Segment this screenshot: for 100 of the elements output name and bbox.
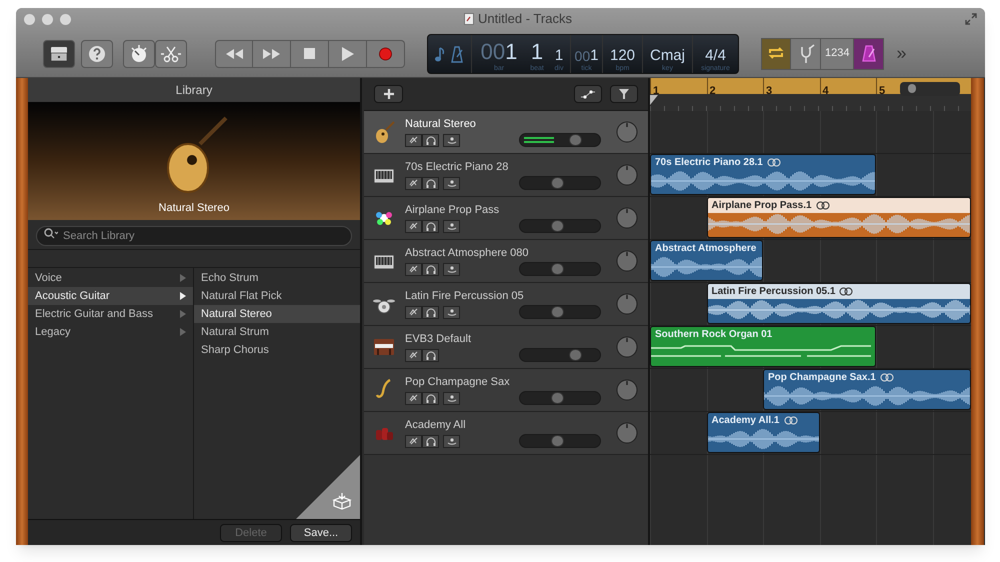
help-button[interactable] [81,40,113,68]
library-action-button[interactable]: Save... [290,524,352,542]
solo-button[interactable] [422,262,439,276]
volume-slider[interactable] [519,133,601,147]
metronome-button[interactable] [854,38,884,70]
volume-slider[interactable] [519,391,601,405]
track-header[interactable]: 70s Electric Piano 28 [364,154,648,197]
record-enable-button[interactable] [443,176,460,190]
region[interactable]: Academy All.1 [706,412,820,453]
library-button[interactable] [43,40,75,68]
solo-button[interactable] [422,348,439,362]
mute-button[interactable] [405,262,422,276]
preset-item[interactable]: Natural Flat Pick [194,287,360,305]
volume-thumb[interactable] [569,349,582,361]
track-header[interactable]: Natural Stereo [364,111,648,154]
region[interactable]: Airplane Prop Pass.1 [706,197,971,238]
input-wave-icon [446,178,456,188]
record-enable-button[interactable] [443,134,460,146]
category-item[interactable]: Legacy [28,323,193,341]
forward-button[interactable] [253,40,291,68]
pan-knob[interactable] [616,336,638,358]
search-field[interactable]: Search Library [36,226,352,246]
volume-slider[interactable] [519,305,601,319]
mute-button[interactable] [405,348,422,362]
lcd-value: 1 [554,48,564,62]
fullscreen-icon[interactable] [965,13,977,25]
pan-knob[interactable] [616,164,638,186]
volume-thumb[interactable] [551,177,564,189]
pan-knob[interactable] [616,207,638,229]
volume-thumb[interactable] [551,263,564,275]
region[interactable]: Latin Fire Percussion 05.1 [706,283,971,324]
record-enable-button[interactable] [443,306,460,318]
chevron-right-icon [180,274,186,282]
volume-slider[interactable] [519,348,601,362]
record-enable-button[interactable] [443,220,460,232]
filter-button[interactable] [610,85,638,103]
track-header[interactable]: Latin Fire Percussion 05 [364,283,648,326]
download-box-icon[interactable] [332,492,352,510]
add-track-button[interactable] [374,85,403,103]
volume-slider[interactable] [519,262,601,276]
preset-item[interactable]: Natural Strum [194,323,360,341]
solo-button[interactable] [422,434,439,448]
volume-slider[interactable] [519,434,601,448]
volume-thumb[interactable] [551,220,564,232]
region[interactable]: Pop Champagne Sax.1 [763,369,971,410]
solo-button[interactable] [422,392,439,404]
pan-knob[interactable] [616,422,638,444]
rewind-button[interactable] [215,40,253,68]
region[interactable]: Abstract Atmosphere [650,240,763,281]
bar-number: 1 [653,85,660,94]
mute-button[interactable] [405,134,422,146]
volume-thumb[interactable] [551,435,564,447]
stop-button[interactable] [291,40,329,68]
volume-slider[interactable] [519,176,601,190]
pan-knob[interactable] [616,379,638,401]
pan-knob[interactable] [616,121,638,143]
editors-button[interactable] [155,40,187,68]
track-header[interactable]: EVB3 Default [364,326,648,369]
mute-button[interactable] [405,220,422,232]
zoom-thumb[interactable] [908,84,916,93]
lcd-value: 1 [505,40,518,62]
smart-controls-button[interactable] [123,40,155,68]
solo-button[interactable] [422,306,439,318]
mute-button[interactable] [405,176,422,190]
track-header[interactable]: Airplane Prop Pass [364,197,648,240]
note-metronome-icon[interactable] [434,44,466,64]
play-button[interactable] [329,40,367,68]
region[interactable]: 70s Electric Piano 28.1 [650,154,876,195]
category-item[interactable]: Electric Guitar and Bass [28,305,193,323]
category-item[interactable]: Voice [28,269,193,287]
track-header[interactable]: Academy All [364,412,648,455]
mute-button[interactable] [405,392,422,404]
record-enable-button[interactable] [443,392,460,404]
pan-knob[interactable] [616,250,638,272]
solo-button[interactable] [422,220,439,232]
cycle-button[interactable] [761,38,791,70]
record-enable-button[interactable] [443,434,460,448]
preset-item[interactable]: Sharp Chorus [194,341,360,359]
automation-button[interactable] [574,85,602,103]
category-item[interactable]: Acoustic Guitar [28,287,193,305]
volume-thumb[interactable] [569,134,582,146]
solo-button[interactable] [422,176,439,190]
preset-item[interactable]: Echo Strum [194,269,360,287]
volume-slider[interactable] [519,219,601,233]
count-in-button[interactable]: 1234 [821,38,854,70]
track-header[interactable]: Abstract Atmosphere 080 [364,240,648,283]
solo-button[interactable] [422,134,439,146]
track-header[interactable]: Pop Champagne Sax [364,369,648,412]
zoom-slider[interactable] [900,82,960,96]
lcd-value: 4/4 [705,48,726,62]
volume-thumb[interactable] [551,392,564,404]
volume-thumb[interactable] [551,306,564,318]
tuner-button[interactable] [791,38,821,70]
headphones-icon [426,222,436,230]
record-enable-button[interactable] [443,262,460,276]
curve-points-icon [580,89,596,99]
mute-button[interactable] [405,434,422,448]
mute-button[interactable] [405,306,422,318]
pan-knob[interactable] [616,293,638,315]
preset-item[interactable]: Natural Stereo [194,305,360,323]
